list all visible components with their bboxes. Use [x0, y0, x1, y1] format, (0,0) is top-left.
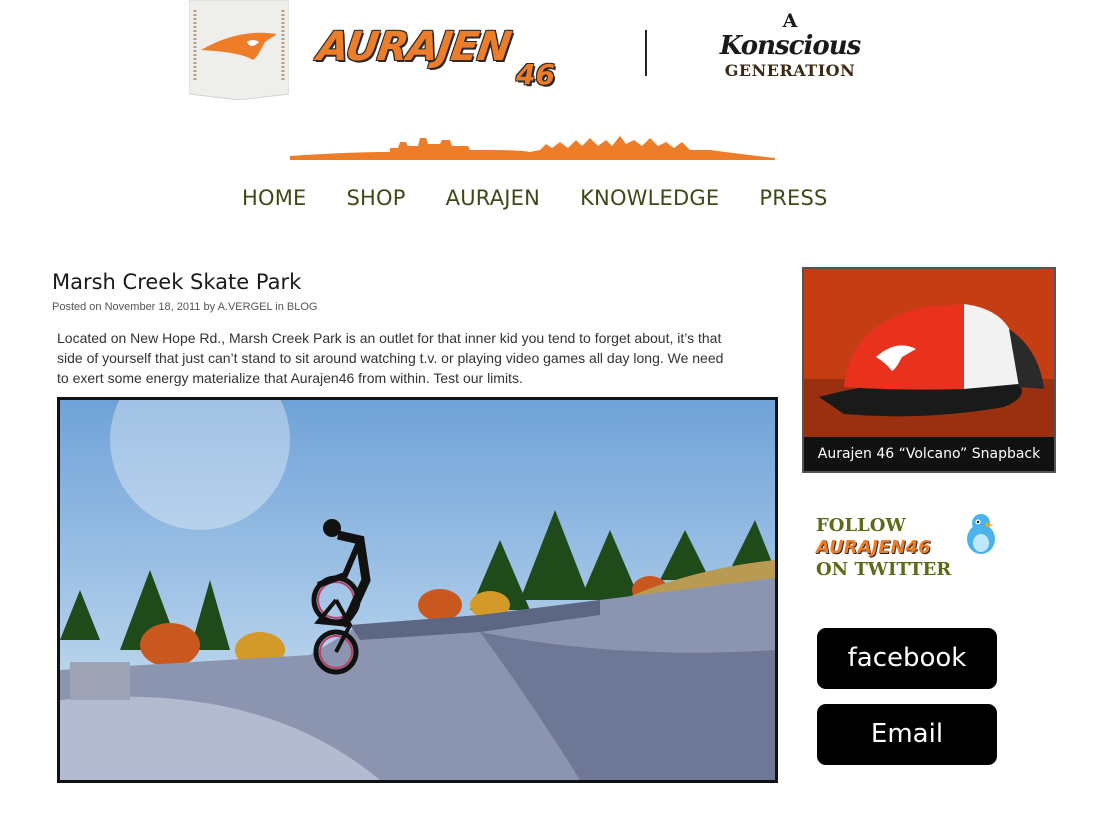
post-category-link[interactable]: BLOG	[287, 301, 318, 313]
post-photo-bmx	[57, 397, 778, 783]
nav-aurajen[interactable]: AURAJEN	[446, 186, 540, 216]
nav-press[interactable]: PRESS	[759, 186, 827, 216]
twitter-bird-icon	[967, 514, 995, 554]
post-author-link[interactable]: A.VERGEL	[218, 301, 273, 313]
meta-in: in	[275, 301, 284, 313]
logo-number: 46	[516, 58, 555, 91]
skyline-divider	[290, 132, 775, 162]
tagline-generation: GENERATION	[724, 61, 856, 80]
brand-banner	[188, 0, 290, 101]
post-body-text: Located on New Hope Rd., Marsh Creek Par…	[57, 330, 724, 386]
email-updates-button[interactable]: Email Updates	[817, 704, 997, 810]
tagline: A Konscious GENERATION	[705, 10, 875, 82]
meta-by: by	[203, 301, 216, 313]
main-nav: HOME SHOP AURAJEN KNOWLEDGE PRESS	[242, 186, 868, 216]
promo-caption: Aurajen 46 “Volcano” Snapback	[804, 437, 1054, 471]
post-title[interactable]: Marsh Creek Skate Park	[52, 270, 301, 294]
twitter-on-text: ON TWITTER	[816, 559, 952, 580]
nav-home[interactable]: HOME	[242, 186, 307, 216]
nav-knowledge[interactable]: KNOWLEDGE	[580, 186, 719, 216]
post-meta: Posted on November 18, 2011 by A.VERGEL …	[52, 301, 317, 313]
nav-shop[interactable]: SHOP	[347, 186, 406, 216]
facebook-button[interactable]: facebook	[817, 628, 997, 689]
header-divider	[645, 30, 647, 76]
snapback-cap-image	[804, 269, 1054, 437]
meta-prefix: Posted on	[52, 301, 102, 313]
post-date-link[interactable]: November 18, 2011	[105, 301, 201, 313]
tagline-a: A	[782, 10, 798, 32]
tagline-konscious: Konscious	[719, 31, 862, 61]
site-logo[interactable]: AURAJEN 46	[314, 24, 598, 94]
volcano-snapback-promo[interactable]: Aurajen 46 “Volcano” Snapback	[802, 267, 1056, 473]
follow-twitter-link[interactable]: FOLLOW AURAJEN46 ON TWITTER	[816, 514, 1001, 595]
logo-wordmark: AURAJEN	[314, 24, 514, 70]
